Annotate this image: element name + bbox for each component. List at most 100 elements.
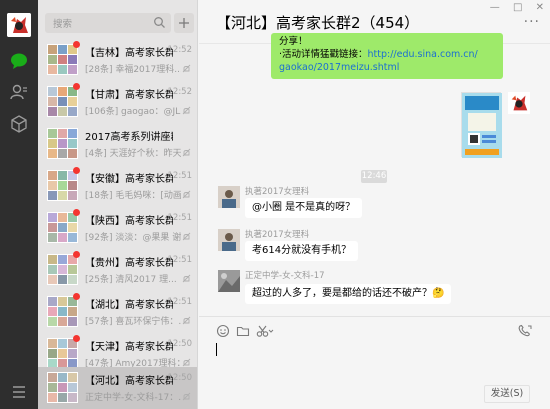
chat-preview: 正定中学-女-文科-17：... xyxy=(85,393,181,403)
unread-dot xyxy=(73,251,80,258)
chat-name: 【陕西】高考家长群1 xyxy=(85,216,173,227)
search-placeholder: 搜索 xyxy=(53,19,73,30)
mute-icon xyxy=(182,232,191,241)
mute-icon xyxy=(182,190,191,199)
emoji-icon[interactable] xyxy=(216,324,230,338)
avatar[interactable] xyxy=(218,186,240,208)
unread-dot xyxy=(73,335,80,342)
unread-dot xyxy=(73,209,80,216)
search-icon xyxy=(154,17,165,28)
message-link[interactable]: gaokao/2017meizu.shtml xyxy=(279,62,399,73)
chat-name: 【甘肃】高考家长群 xyxy=(85,90,173,101)
mute-icon xyxy=(182,148,191,157)
divider xyxy=(199,316,550,317)
message-bubble[interactable]: 考614分就没有手机？ xyxy=(245,241,359,261)
chat-name: 【河北】高考家长群2 xyxy=(85,376,173,387)
message-link[interactable]: http://edu.sina.com.cn/ xyxy=(368,49,478,60)
chat-name: 【安徽】高考家长群1 xyxy=(85,174,173,185)
close-button[interactable]: ✕ xyxy=(536,2,544,13)
message-text: 分享！ xyxy=(279,36,308,47)
group-avatar xyxy=(47,86,78,117)
group-avatar xyxy=(47,254,78,285)
add-icon xyxy=(179,18,189,28)
minimize-button[interactable]: — xyxy=(490,2,500,13)
menu-icon[interactable] xyxy=(10,383,28,401)
chat-item-hubei[interactable]: 【湖北】高考家长群1 12:51 [57条] 喜瓦环保宁伟：... xyxy=(38,291,197,333)
chat-name: 【贵州】高考家长群 xyxy=(85,258,173,269)
chat-item-guizhou[interactable]: 【贵州】高考家长群 12:51 [25条] 清风2017 理... xyxy=(38,249,197,291)
favorites-icon[interactable] xyxy=(10,115,28,133)
chat-item-anhui[interactable]: 【安徽】高考家长群1 12:51 [18条] 毛毛妈咪：[动画... xyxy=(38,165,197,207)
chat-time: 12:52 xyxy=(167,87,193,97)
group-avatar xyxy=(47,128,78,159)
nav-bar xyxy=(0,0,38,409)
image-message[interactable] xyxy=(461,92,502,158)
mute-icon xyxy=(182,358,191,367)
chat-item-hebei[interactable]: 【河北】高考家长群2 12:50 正定中学-女-文科-17：... xyxy=(38,367,197,409)
chat-preview: [4条] 天涯好个秋：昨天... xyxy=(85,149,181,159)
chat-time: 12:51 xyxy=(167,255,193,265)
unread-dot xyxy=(73,293,80,300)
chat-time: 12:52 xyxy=(167,45,193,55)
unread-dot xyxy=(73,83,80,90)
group-avatar xyxy=(47,296,78,327)
chat-preview: [25条] 清风2017 理... xyxy=(85,275,177,285)
chat-title: 【河北】高考家长群2（454） xyxy=(216,14,420,32)
chat-item-lecture[interactable]: 2017高考系列讲座群1 [4条] 天涯好个秋：昨天... xyxy=(38,123,197,165)
own-message-bubble[interactable]: 分享！ ·活动详情猛戳链接：http://edu.sina.com.cn/ ga… xyxy=(271,33,503,79)
group-avatar xyxy=(47,338,78,369)
chat-item-jilin[interactable]: 【吉林】高考家长群 12:52 [28条] 幸福2017理科... xyxy=(38,39,197,81)
chat-list: 搜索 【吉林】高考家长群 12:52 [28条] 幸福2017理科... 【甘肃… xyxy=(38,0,198,409)
group-avatar xyxy=(47,170,78,201)
chat-name: 【湖北】高考家长群1 xyxy=(85,300,173,311)
chat-preview: [92条] 淡淡：@果果 谢谢 xyxy=(85,233,181,243)
mute-icon xyxy=(182,64,191,73)
folder-icon[interactable] xyxy=(236,324,250,338)
more-options-button[interactable]: ··· xyxy=(524,14,540,30)
add-button[interactable] xyxy=(174,13,194,33)
chat-preview: [57条] 喜瓦环保宁伟：... xyxy=(85,317,181,327)
mute-icon xyxy=(182,274,191,283)
message-bubble[interactable]: @小圈 是不是真的呀？ xyxy=(245,198,363,218)
mute-icon xyxy=(182,316,191,325)
message-bubble[interactable]: 超过的人多了，要是都给的话还不破产？🤔 xyxy=(245,284,452,304)
unread-dot xyxy=(73,167,80,174)
search-input[interactable]: 搜索 xyxy=(45,13,171,33)
window-controls: — □ ✕ xyxy=(480,2,544,13)
chat-name: 2017高考系列讲座群1 xyxy=(85,132,173,143)
avatar[interactable] xyxy=(7,13,31,37)
chat-item-shaanxi[interactable]: 【陕西】高考家长群1 12:51 [92条] 淡淡：@果果 谢谢 xyxy=(38,207,197,249)
maximize-button[interactable]: □ xyxy=(513,2,522,13)
unread-dot xyxy=(73,41,80,48)
chat-icon[interactable] xyxy=(10,52,28,70)
avatar[interactable] xyxy=(218,229,240,251)
message-input[interactable] xyxy=(216,343,217,356)
chat-preview: [106条] gaogao：@JL2... xyxy=(85,107,181,117)
chat-item-gansu[interactable]: 【甘肃】高考家长群 12:52 [106条] gaogao：@JL2... xyxy=(38,81,197,123)
send-button[interactable]: 发送(S) xyxy=(484,385,530,403)
avatar[interactable] xyxy=(508,92,530,114)
avatar[interactable] xyxy=(218,270,240,292)
scissors-icon[interactable] xyxy=(256,324,274,338)
chat-window: — □ ✕ 【河北】高考家长群2（454） ··· 分享！ ·活动详情猛戳链接：… xyxy=(199,0,550,409)
video-call-icon[interactable] xyxy=(517,324,533,338)
message-text: ·活动详情猛戳链接： xyxy=(279,49,368,60)
sender-name: 执著2017女理科 xyxy=(245,187,310,197)
chat-name: 【吉林】高考家长群 xyxy=(85,48,173,59)
mute-icon xyxy=(182,392,191,401)
chat-preview: [18条] 毛毛妈咪：[动画... xyxy=(85,191,181,201)
chat-time: 12:50 xyxy=(167,373,193,383)
timestamp-divider: 12:46 xyxy=(361,170,387,183)
chat-time: 12:51 xyxy=(167,171,193,181)
group-avatar xyxy=(47,372,78,403)
chat-time: 12:51 xyxy=(167,213,193,223)
sender-name: 执著2017女理科 xyxy=(245,230,310,240)
contacts-icon[interactable] xyxy=(10,83,28,101)
mute-icon xyxy=(182,106,191,115)
chat-name: 【天津】高考家长群 xyxy=(85,342,173,353)
chat-preview: [28条] 幸福2017理科... xyxy=(85,65,181,75)
group-avatar xyxy=(47,44,78,75)
chat-time: 12:50 xyxy=(167,339,193,349)
sender-name: 正定中学-女-文科-17 xyxy=(245,271,325,281)
chat-time: 12:51 xyxy=(167,297,193,307)
